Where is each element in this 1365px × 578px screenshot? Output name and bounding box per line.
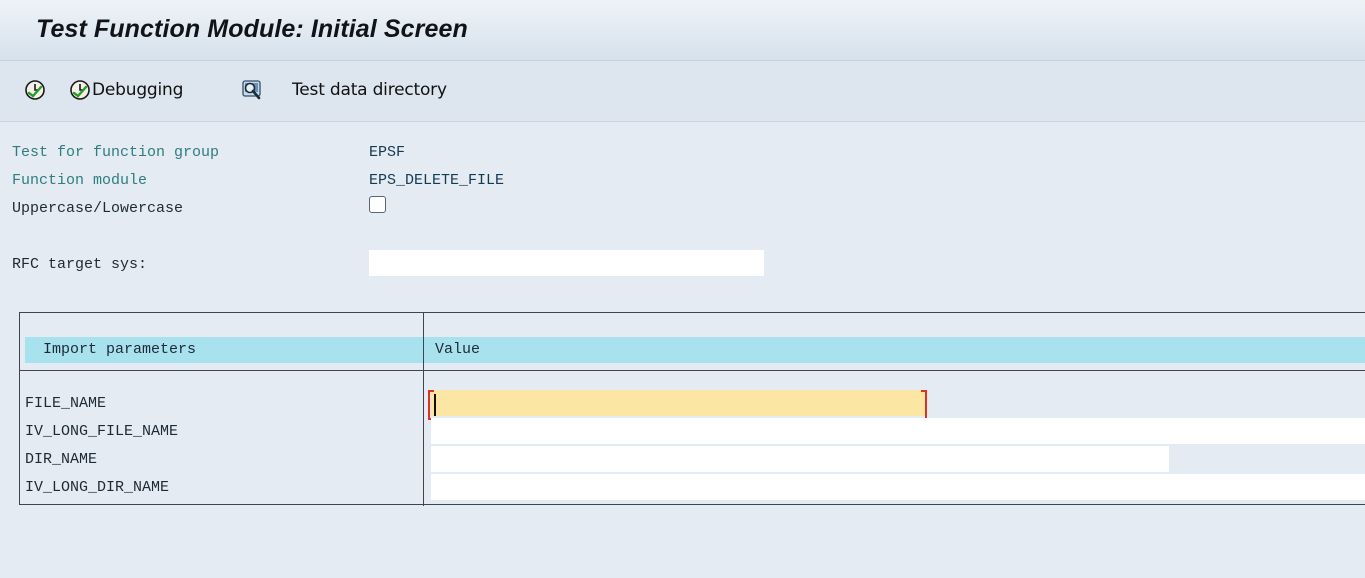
param-name-iv-long-file-name: IV_LONG_FILE_NAME <box>25 423 179 440</box>
header-separator <box>20 370 1365 371</box>
application-toolbar: Debugging Test data directory <box>0 61 1365 122</box>
main-content: Test for function group EPSF Function mo… <box>0 122 1365 578</box>
file-name-input[interactable] <box>431 390 927 416</box>
column-header-value: Value <box>435 341 481 358</box>
debugging-label: Debugging <box>92 80 184 100</box>
iv-long-dir-name-input[interactable] <box>431 474 1365 500</box>
window-title: Test Function Module: Initial Screen <box>36 15 468 43</box>
execute-button[interactable] <box>24 79 46 101</box>
focus-bracket-right <box>921 390 927 420</box>
function-module-label: Function module <box>12 172 148 189</box>
function-group-value: EPSF <box>369 144 406 161</box>
column-divider <box>423 313 424 506</box>
function-module-value: EPS_DELETE_FILE <box>369 172 505 189</box>
test-data-directory-icon <box>242 80 261 100</box>
title-bar: Test Function Module: Initial Screen <box>0 0 1365 61</box>
function-group-label: Test for function group <box>12 144 220 161</box>
debugging-button[interactable]: Debugging <box>69 79 183 101</box>
rfc-target-input[interactable] <box>369 250 764 276</box>
test-data-directory-label: Test data directory <box>292 80 447 100</box>
param-name-dir-name: DIR_NAME <box>25 451 98 468</box>
iv-long-file-name-input[interactable] <box>431 418 1365 444</box>
test-data-directory-button[interactable]: Test data directory <box>241 79 447 101</box>
column-header-import-parameters: Import parameters <box>43 341 197 358</box>
dir-name-input[interactable] <box>431 446 1169 472</box>
debug-clock-icon <box>70 80 90 100</box>
uppercase-lowercase-checkbox[interactable] <box>369 196 386 213</box>
text-caret <box>434 394 436 416</box>
uppercase-lowercase-label: Uppercase/Lowercase <box>12 200 184 217</box>
execute-clock-icon <box>25 80 45 100</box>
table-header-row: Import parameters Value <box>25 337 1365 363</box>
param-name-file-name: FILE_NAME <box>25 395 107 412</box>
param-name-iv-long-dir-name: IV_LONG_DIR_NAME <box>25 479 170 496</box>
rfc-target-label: RFC target sys: <box>12 256 148 273</box>
import-parameters-table: Import parameters Value FILE_NAME IV_LON… <box>19 312 1365 506</box>
